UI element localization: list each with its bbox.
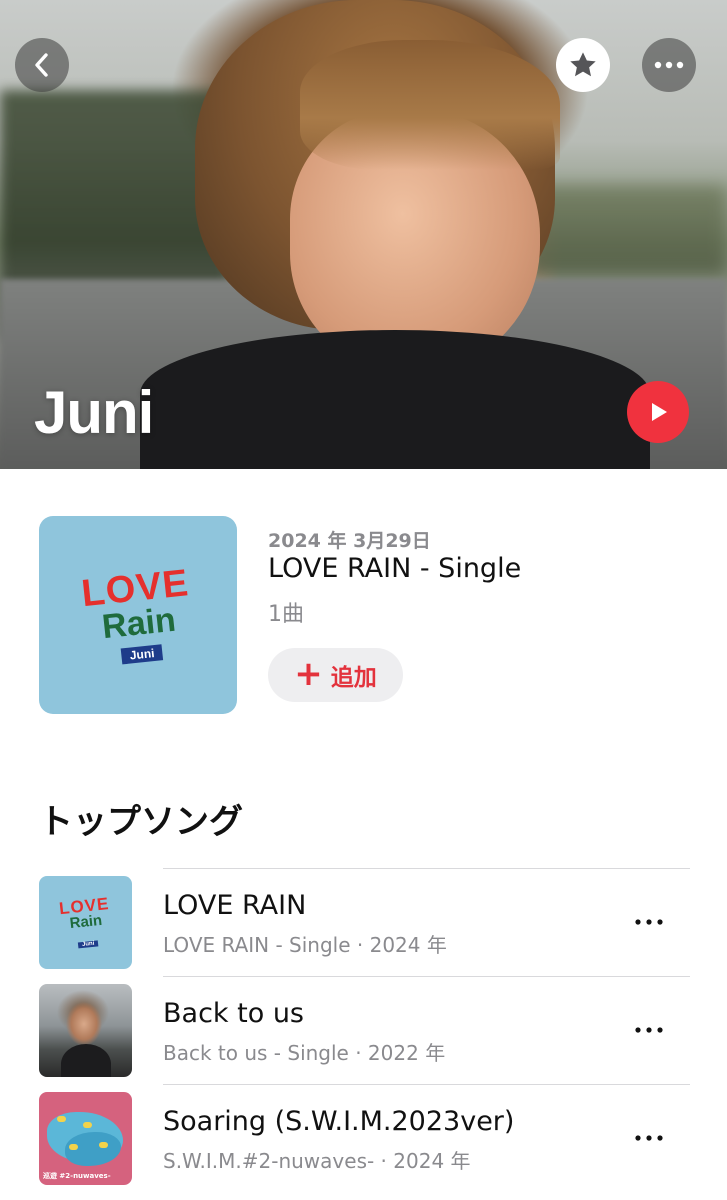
ellipsis-icon: [635, 1027, 663, 1033]
song-subtitle: S.W.I.M.#2-nuwaves- · 2024 年: [163, 1149, 471, 1173]
artist-hero: Juni: [0, 0, 727, 469]
chevron-left-icon: [35, 53, 48, 77]
song-more-button[interactable]: [625, 906, 673, 938]
song-title: Back to us: [163, 998, 304, 1029]
add-to-library-button[interactable]: + 追加: [268, 648, 403, 702]
add-button-label: 追加: [330, 665, 377, 691]
play-button[interactable]: [627, 381, 689, 443]
love-rain-logo: LOVE Rain Juni: [80, 562, 197, 668]
song-artwork: [39, 984, 132, 1077]
artist-photo-fringe: [300, 40, 560, 170]
song-more-button[interactable]: [625, 1014, 673, 1046]
artwork-float: [99, 1142, 108, 1148]
ellipsis-icon: [654, 61, 684, 69]
artwork-float: [83, 1122, 92, 1128]
favorite-button[interactable]: [556, 38, 610, 92]
plus-icon: +: [294, 653, 323, 694]
row-divider: [163, 976, 690, 977]
artist-photo-shirt: [140, 330, 650, 469]
release-date: 2024 年 3月29日: [268, 530, 431, 552]
release-title[interactable]: LOVE RAIN - Single: [268, 553, 521, 584]
song-subtitle: Back to us - Single · 2022 年: [163, 1041, 446, 1065]
row-divider: [163, 1084, 690, 1085]
song-row[interactable]: LOVE Rain Juni LOVE RAIN LOVE RAIN - Sin…: [0, 868, 727, 976]
logo-text-artist: Juni: [121, 644, 164, 665]
song-title: Soaring (S.W.I.M.2023ver): [163, 1106, 515, 1137]
logo-text-artist: Juni: [77, 939, 99, 948]
ellipsis-icon: [635, 1135, 663, 1141]
artwork-figure: [61, 1044, 111, 1077]
row-divider: [163, 868, 690, 869]
hero-background-trees-right: [527, 185, 727, 275]
song-row[interactable]: 巡遊 #2-nuwaves- Soaring (S.W.I.M.2023ver)…: [0, 1084, 727, 1192]
more-options-button[interactable]: [642, 38, 696, 92]
star-icon: [570, 52, 596, 77]
ellipsis-icon: [635, 919, 663, 925]
song-artwork: LOVE Rain Juni: [39, 876, 132, 969]
release-track-count: 1曲: [268, 602, 304, 627]
play-icon: [652, 403, 667, 421]
back-button[interactable]: [15, 38, 69, 92]
song-row[interactable]: Back to us Back to us - Single · 2022 年: [0, 976, 727, 1084]
song-more-button[interactable]: [625, 1122, 673, 1154]
artist-name: Juni: [34, 379, 154, 446]
latest-release-artwork[interactable]: LOVE Rain Juni: [39, 516, 237, 714]
song-subtitle: LOVE RAIN - Single · 2024 年: [163, 933, 447, 957]
artwork-float: [69, 1144, 78, 1150]
song-title: LOVE RAIN: [163, 890, 307, 921]
love-rain-logo: LOVE Rain Juni: [58, 894, 114, 952]
artwork-caption: 巡遊 #2-nuwaves-: [43, 1172, 111, 1180]
artwork-float: [57, 1116, 66, 1122]
top-songs-heading[interactable]: トップソング: [39, 794, 243, 843]
song-artwork: 巡遊 #2-nuwaves-: [39, 1092, 132, 1185]
